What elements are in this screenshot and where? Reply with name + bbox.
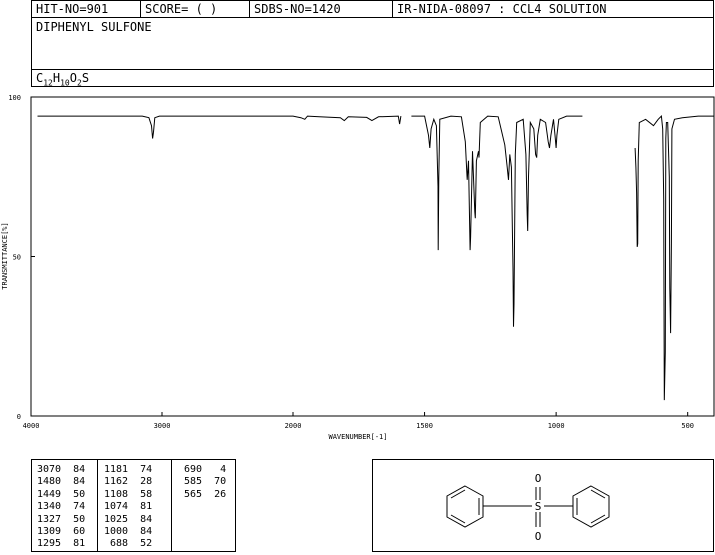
peak-wavenumber: 1000 <box>104 525 129 537</box>
peak-row: 1480 84 <box>37 476 97 488</box>
x-tick-label: 500 <box>681 422 694 430</box>
peak-row: 1181 74 <box>104 464 164 476</box>
peak-wavenumber: 1449 <box>37 488 62 500</box>
peak-transmittance: 74 <box>61 501 86 513</box>
peak-row: 688 52 <box>104 538 164 550</box>
x-axis-label: WAVENUMBER[-1] <box>328 433 387 441</box>
ir-code: IR-NIDA-08097 : CCL4 SOLUTION <box>397 2 607 16</box>
y-tick-label: 100 <box>8 94 21 102</box>
peak-row: 1025 84 <box>104 514 164 526</box>
x-tick-label: 4000 <box>23 422 40 430</box>
molecular-formula: C12H10O2S <box>36 71 90 88</box>
peak-transmittance: 84 <box>61 476 86 488</box>
sulfur-atom: S <box>535 500 542 513</box>
peak-transmittance: 4 <box>202 464 227 475</box>
peak-column-2: 1181 74 1162 28 1108 58 1074 81 1025 84 1000 … <box>104 464 164 551</box>
peak-row: 585 70 <box>178 476 238 488</box>
hit-number: HIT-NO=901 <box>36 2 109 16</box>
x-tick-labels: 4000 3000 2000 1500 1000 500 <box>23 422 694 430</box>
peak-column-3: 690 4 585 70 565 26 <box>178 464 238 501</box>
peak-wavenumber: 690 <box>178 464 203 475</box>
structure-panel: S O O <box>372 459 714 552</box>
peak-row: 1327 50 <box>37 514 97 526</box>
peak-transmittance: 28 <box>128 476 153 488</box>
right-ring-double-bond <box>590 489 606 499</box>
peak-wavenumber: 1162 <box>104 476 129 488</box>
peak-transmittance: 60 <box>61 525 86 537</box>
peak-transmittance: 52 <box>128 538 153 550</box>
peak-wavenumber: 565 <box>178 488 203 500</box>
spectrum-segment <box>411 115 583 327</box>
peak-wavenumber: 1025 <box>104 513 129 525</box>
peak-row: 1309 60 <box>37 526 97 538</box>
header-panel: HIT-NO=901 SCORE= ( ) SDBS-NO=1420 IR-NI… <box>31 0 714 87</box>
peak-transmittance: 74 <box>128 464 153 475</box>
peak-transmittance: 84 <box>128 513 153 525</box>
oxygen-atom-bottom: O <box>535 530 542 543</box>
compound-name: DIPHENYL SULFONE <box>36 20 152 34</box>
peak-row: 1108 58 <box>104 489 164 501</box>
peak-transmittance: 70 <box>202 476 227 488</box>
peak-transmittance: 50 <box>61 513 86 525</box>
y-tick-label: 0 <box>17 413 21 421</box>
peak-transmittance: 58 <box>128 488 153 500</box>
y-tick-label: 50 <box>13 254 21 262</box>
left-ring-double-bond <box>450 514 466 524</box>
spectrum-segment <box>37 115 402 139</box>
peak-wavenumber: 688 <box>104 538 129 550</box>
peak-column-1: 3070 84 1480 84 1449 50 1340 74 1327 50 1309 … <box>37 464 97 551</box>
peak-row: 1000 84 <box>104 526 164 538</box>
axis-ticks <box>30 96 689 417</box>
peak-wavenumber: 1309 <box>37 525 62 537</box>
x-tick-label: 3000 <box>154 422 171 430</box>
peak-row: 1295 81 <box>37 538 97 550</box>
y-tick-labels: 100 50 0 <box>8 94 21 421</box>
spectrum-segment <box>634 115 714 401</box>
oxygen-atom-top: O <box>535 472 542 485</box>
peak-wavenumber: 585 <box>178 476 203 488</box>
peak-wavenumber: 1074 <box>104 501 129 513</box>
peak-transmittance: 81 <box>128 501 153 513</box>
x-tick-label: 1500 <box>416 422 433 430</box>
right-ring-double-bond <box>590 514 606 524</box>
peak-wavenumber: 3070 <box>37 464 62 475</box>
peak-row: 565 26 <box>178 489 238 501</box>
diphenyl-sulfone-structure: S O O <box>446 472 610 543</box>
spectrum-trace <box>37 115 714 401</box>
plot-frame <box>30 96 715 417</box>
peak-row: 1162 28 <box>104 476 164 488</box>
peak-transmittance: 26 <box>202 488 227 500</box>
peak-row: 1074 81 <box>104 501 164 513</box>
peak-row: 3070 84 <box>37 464 97 476</box>
peak-row: 1340 74 <box>37 501 97 513</box>
y-axis-label: TRANSMITTANCE[%] <box>1 222 9 289</box>
peak-transmittance: 84 <box>128 525 153 537</box>
x-tick-label: 2000 <box>285 422 302 430</box>
peak-wavenumber: 1295 <box>37 538 62 550</box>
peak-wavenumber: 1108 <box>104 488 129 500</box>
score-field: SCORE= ( ) <box>145 2 218 16</box>
left-phenyl-ring <box>446 485 484 528</box>
left-ring-double-bond <box>450 489 466 499</box>
peak-wavenumber: 1480 <box>37 476 62 488</box>
peak-row: 1449 50 <box>37 489 97 501</box>
peak-wavenumber: 1327 <box>37 513 62 525</box>
peak-transmittance: 50 <box>61 488 86 500</box>
peak-wavenumber: 1340 <box>37 501 62 513</box>
peak-transmittance: 84 <box>61 464 86 475</box>
peak-table: 3070 84 1480 84 1449 50 1340 74 1327 50 1309 … <box>31 459 236 552</box>
x-tick-label: 1000 <box>548 422 565 430</box>
peak-row: 690 4 <box>178 464 238 476</box>
peak-transmittance: 81 <box>61 538 86 550</box>
right-phenyl-ring <box>572 485 610 528</box>
ir-spectrum-chart: 100500 4000 3000 2000 1500 1000 500 WAVENUMBE… <box>1 94 715 441</box>
sdbs-number: SDBS-NO=1420 <box>254 2 341 16</box>
peak-wavenumber: 1181 <box>104 464 129 475</box>
